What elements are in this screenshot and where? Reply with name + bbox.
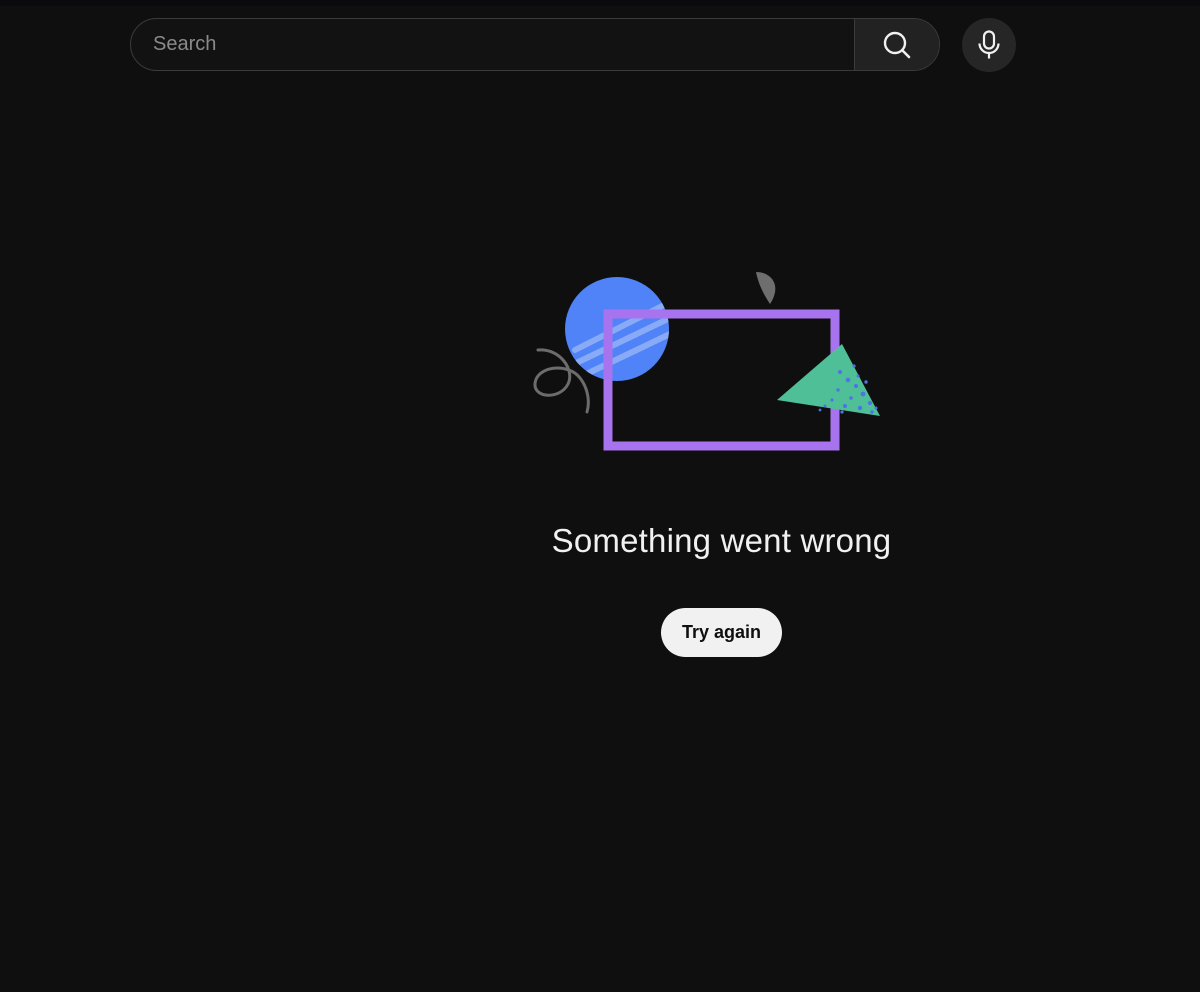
- try-again-button[interactable]: Try again: [661, 608, 782, 657]
- search-bar: [130, 18, 940, 71]
- microphone-icon: [978, 30, 1000, 59]
- search-button[interactable]: [854, 19, 939, 70]
- green-triangle-shape: [777, 344, 880, 416]
- voice-search-button[interactable]: [962, 18, 1016, 72]
- error-illustration: [533, 272, 880, 451]
- top-strip: [0, 0, 1200, 6]
- error-message: Something went wrong: [551, 522, 892, 559]
- search-icon: [883, 31, 911, 58]
- search-input[interactable]: [131, 19, 854, 70]
- grey-leaf-shape: [756, 272, 776, 304]
